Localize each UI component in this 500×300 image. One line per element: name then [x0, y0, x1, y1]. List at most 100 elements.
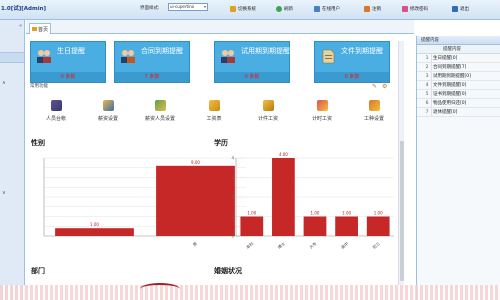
func-jobtype[interactable]: 工种设置: [354, 100, 394, 122]
gender-bar-chart: 1.00 9.00 男: [43, 157, 246, 247]
expand-icon[interactable]: ∧: [2, 80, 6, 86]
main-scrollbar[interactable]: [398, 41, 404, 300]
card-title: 合同到期提醒: [141, 47, 183, 55]
row-divider: [431, 90, 432, 98]
logout-icon: [364, 5, 370, 12]
card-count: 7 条数: [144, 74, 160, 80]
func-staff-ledger[interactable]: 人员台帐: [36, 100, 76, 122]
reminder-row[interactable]: 7 退休提醒[0]: [417, 108, 500, 117]
reminder-panel-header: 提醒内容: [417, 36, 500, 45]
y-tick-label: 3: [231, 175, 234, 180]
bar: [55, 228, 134, 236]
func-label: 工种设置: [363, 116, 384, 122]
reminder-row-number: 6: [425, 101, 429, 106]
reminder-row-text: 文件到期提醒[0]: [433, 83, 467, 88]
reminder-row-number: 7: [425, 110, 429, 115]
reminder-row-text: 生日提醒[0]: [433, 56, 458, 61]
reminder-row[interactable]: 4 文件到期提醒[0]: [417, 81, 500, 90]
common-tools: ✎⚙: [372, 83, 392, 90]
y-tick-label: 1: [231, 214, 234, 219]
nav-section[interactable]: [0, 52, 24, 63]
payroll-icon: [208, 100, 220, 111]
contract-reminder-card[interactable]: 合同到期提醒 7 条数: [114, 41, 190, 83]
online-users-button[interactable]: 在线用户: [314, 4, 340, 13]
scrollbar-thumb[interactable]: [400, 141, 404, 281]
bar-value-label: 4.00: [279, 152, 288, 157]
row-divider: [431, 54, 432, 62]
probation-reminder-card[interactable]: 试用期到期提醒 0 条数: [214, 41, 290, 83]
bar: [240, 216, 264, 236]
logout-button[interactable]: 注销: [364, 4, 381, 13]
department-chart-title: 部门: [31, 267, 45, 275]
x-tick-label: 本科: [244, 240, 254, 250]
reminder-row-text: 物品使用归还[0]: [433, 101, 467, 106]
func-piecework[interactable]: 计件工资: [248, 100, 288, 122]
reminder-row[interactable]: 6 物品使用归还[0]: [417, 99, 500, 108]
func-label: 人员台帐: [45, 116, 66, 122]
func-salary-settings[interactable]: 薪资设置: [88, 100, 128, 122]
x-tick-label: 高中: [339, 240, 349, 250]
reminder-row-number: 1: [425, 56, 429, 61]
exit-button[interactable]: 退出: [452, 4, 469, 13]
staff-ledger-icon: [50, 100, 62, 111]
switch-icon: [230, 5, 236, 12]
exit-label: 退出: [460, 6, 469, 12]
timewage-icon: [316, 100, 328, 111]
row-divider: [431, 81, 432, 89]
reminder-row-text: 证书到期提醒[0]: [433, 92, 467, 97]
func-payroll[interactable]: 工资表: [194, 100, 234, 122]
top-bar: 1.0[试][Admin] 界面样式: ui-cupertino ▾ 切换系统 …: [0, 0, 500, 20]
bar-value-label: 1.00: [374, 211, 383, 216]
reminder-row[interactable]: 1 生日提醒[0]: [417, 54, 500, 63]
jobtype-icon: [368, 100, 380, 111]
refresh-button[interactable]: 刷新: [276, 4, 293, 13]
collapse-nav-icon[interactable]: «: [19, 23, 22, 29]
bar-value-label: 9.00: [191, 160, 200, 165]
reminder-row[interactable]: 5 证书到期提醒[0]: [417, 90, 500, 99]
birthday-reminder-card[interactable]: 生日提醒 0 条数: [30, 41, 106, 83]
online-users-label: 在线用户: [322, 6, 340, 12]
home-icon: [32, 27, 37, 31]
bar-value-label: 1.00: [342, 211, 351, 216]
reminder-row[interactable]: 3 试用期到期提醒[0]: [417, 72, 500, 81]
chevron-down-icon: ▾: [203, 4, 206, 9]
settings-icon[interactable]: ⚙: [382, 83, 392, 90]
refresh-label: 刷新: [284, 6, 293, 12]
refresh-icon: [276, 5, 282, 12]
skin-select[interactable]: ui-cupertino ▾: [168, 3, 208, 11]
online-users-icon: [314, 5, 320, 12]
edit-icon[interactable]: ✎: [372, 83, 382, 90]
reminder-row[interactable]: 2 合同到期提醒[7]: [417, 63, 500, 72]
users-icon: [221, 50, 235, 63]
education-bar-chart: 0 1 2 3 4 1.00 本科 4.00 博士 1.00 大专 1.00 高中 1.00 初三: [231, 152, 394, 250]
left-nav: « ∧ ∨: [0, 20, 25, 300]
bar: [335, 216, 358, 236]
education-chart-title: 学历: [214, 139, 228, 147]
reminder-row-text: 合同到期提醒[7]: [433, 65, 467, 70]
card-footer: 0 条数: [315, 72, 389, 82]
tab-home-label: 首页: [38, 26, 49, 33]
card-footer: 0 条数: [31, 72, 105, 82]
func-salary-staff[interactable]: 薪资人员设置: [140, 100, 180, 122]
reminder-row-number: 4: [425, 83, 429, 88]
x-tick-label: 大专: [308, 240, 318, 250]
switch-system-button[interactable]: 切换系统: [230, 4, 256, 13]
bar: [272, 158, 295, 236]
x-tick-label: 博士: [276, 240, 286, 250]
card-title: 文件到期提醒: [341, 47, 383, 55]
bar: [303, 216, 327, 236]
func-timewage[interactable]: 计时工资: [302, 100, 342, 122]
bar-value-label: 1.00: [90, 222, 99, 227]
reminder-row-number: 2: [425, 65, 429, 70]
func-label: 工资表: [206, 116, 222, 122]
row-divider: [431, 99, 432, 107]
expand-icon[interactable]: ∨: [2, 190, 6, 196]
change-password-button[interactable]: 修改密码: [402, 4, 428, 13]
reminder-row-number: 3: [425, 74, 429, 79]
card-count: 0 条数: [244, 74, 260, 80]
key-icon: [402, 5, 408, 12]
row-divider: [431, 72, 432, 80]
card-title: 试用期到期提醒: [241, 47, 290, 55]
tab-home[interactable]: 首页: [29, 23, 51, 34]
file-reminder-card[interactable]: 文件到期提醒 0 条数: [314, 41, 390, 83]
